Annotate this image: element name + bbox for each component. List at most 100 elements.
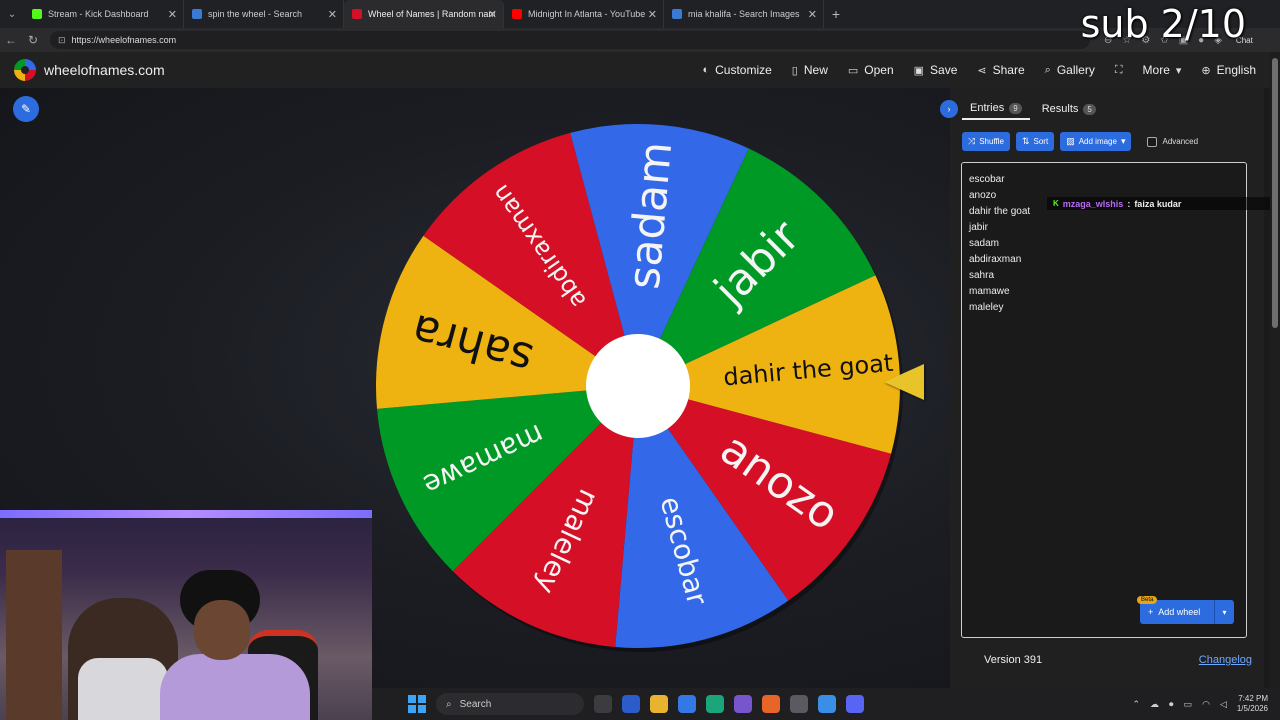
advanced-toggle[interactable]: Advanced (1147, 136, 1198, 147)
webcam-overlay (0, 510, 372, 720)
copilot-icon[interactable] (734, 695, 752, 713)
microphone-icon[interactable]: ⏺ (1169, 699, 1174, 710)
main-menu: ◐ Customize ▯ New ▭ Open ▣ Save ⋖ Share ⌕ Gall… (702, 52, 1256, 88)
chevron-down-icon: ▾ (1120, 136, 1126, 146)
close-icon[interactable]: ✕ (328, 8, 337, 21)
chevron-up-icon[interactable]: ⌃ (1133, 699, 1141, 710)
wheel[interactable]: dahir the goatanozoescobarmaleleymamawes… (370, 120, 906, 652)
tab-favicon-icon (352, 9, 362, 19)
person (160, 570, 310, 720)
share-icon: ⋖ (977, 64, 987, 77)
panel-tabs: › Entries 9 Results 5 (940, 98, 1264, 120)
close-icon[interactable]: ✕ (168, 8, 177, 21)
wheel-logo-icon[interactable] (14, 59, 36, 81)
sort-icon: ⇅ (1021, 136, 1030, 146)
search-icon: ⌕ (1044, 63, 1051, 76)
taskbar-search[interactable]: ⌕ Search (436, 693, 584, 715)
kick-icon: K (1053, 199, 1059, 208)
save-button[interactable]: ▣ Save (914, 63, 958, 77)
collapse-panel-icon[interactable]: › (940, 100, 958, 118)
entry-line: escobar (969, 174, 1005, 185)
advanced-checkbox[interactable] (1147, 136, 1158, 147)
tab-menu-icon[interactable]: ⌄ (0, 0, 24, 28)
shuffle-icon: ⤨ (968, 136, 976, 146)
entry-line: maleley (969, 302, 1004, 313)
new-tab-icon[interactable]: + (824, 6, 848, 22)
word-icon[interactable] (622, 695, 640, 713)
entry-line: jabir (969, 222, 988, 233)
refresh-icon[interactable]: ↻ (22, 33, 44, 47)
entry-line: sahra (969, 270, 995, 281)
site-header: wheelofnames.com ◐ Customize ▯ New ▭ Open ▣… (0, 52, 1280, 88)
edge-icon[interactable] (706, 695, 724, 713)
app-icon[interactable] (818, 695, 836, 713)
clock[interactable]: 7:42 PM 1/5/2026 (1237, 694, 1268, 714)
entries-count-badge: 9 (1009, 102, 1022, 114)
tab-favicon-icon (192, 9, 202, 19)
share-button[interactable]: ⋖ Share (977, 63, 1024, 77)
volume-icon[interactable]: ◁ (1220, 699, 1227, 710)
windows-start-icon[interactable] (408, 695, 426, 713)
fullscreen-button[interactable]: ⛶ (1115, 64, 1123, 77)
entries-panel: › Entries 9 Results 5 ⤨ Shuffle ⇅ Sort ▨ Ad… (940, 88, 1279, 688)
close-icon[interactable]: ✕ (648, 8, 657, 21)
add-image-button[interactable]: ▨ Add image ▾ (1060, 132, 1132, 151)
url-field[interactable]: ⊡ https://wheelofnames.com (50, 31, 1090, 49)
more-button[interactable]: More ▾ (1143, 63, 1182, 77)
store-icon[interactable] (678, 695, 696, 713)
file-explorer-icon[interactable] (650, 695, 668, 713)
open-button[interactable]: ▭ Open (848, 63, 894, 77)
globe-icon: ⊕ (1201, 64, 1211, 77)
browser-tab[interactable]: Midnight In Atlanta - YouTube ✕ (504, 0, 664, 28)
display-icon[interactable]: ▭ (1184, 699, 1193, 710)
chevron-down-icon: ▾ (1175, 64, 1182, 77)
shuffle-button[interactable]: ⤨ Shuffle (962, 132, 1010, 151)
chevron-down-icon[interactable]: ▾ (1214, 600, 1234, 624)
scrollbar-thumb[interactable] (1272, 58, 1278, 328)
fullscreen-icon: ⛶ (1114, 63, 1123, 76)
image-icon: ▨ (1066, 136, 1075, 146)
back-icon[interactable]: ← (0, 33, 22, 47)
new-button[interactable]: ▯ New (792, 63, 828, 77)
pencil-icon: ✎ (20, 102, 32, 116)
language-button[interactable]: ⊕ English (1201, 63, 1256, 77)
entry-line: abdiraxman (969, 254, 1022, 265)
edit-pencil-button[interactable]: ✎ (13, 96, 39, 122)
task-view-icon[interactable] (594, 695, 612, 713)
entry-line: sadam (969, 238, 1000, 249)
gallery-button[interactable]: ⌕ Gallery (1045, 63, 1095, 77)
browser-tab-active[interactable]: Wheel of Names | Random name p ✕ (344, 0, 504, 28)
settings-icon[interactable] (790, 695, 808, 713)
changelog-link[interactable]: Changelog (1199, 654, 1252, 666)
discord-icon[interactable] (846, 695, 864, 713)
wheel-center-button[interactable] (586, 334, 690, 438)
entries-toolbar: ⤨ Shuffle ⇅ Sort ▨ Add image ▾ Advanced (962, 132, 1198, 151)
plus-icon: + (1148, 607, 1154, 617)
stream-chat-message: K mzaga_wlshis : faiza kudar (1047, 197, 1279, 210)
close-icon[interactable]: ✕ (488, 8, 497, 21)
browser-tab[interactable]: spin the wheel - Search ✕ (184, 0, 344, 28)
wheel-pointer-icon (884, 364, 924, 400)
chat-text: faiza kudar (1134, 198, 1182, 209)
browser-tab[interactable]: mia khalifa - Search Images ✕ (664, 0, 824, 28)
chat-username: mzaga_wlshis (1062, 198, 1124, 209)
browser-tab[interactable]: Stream - Kick Dashboard ✕ (24, 0, 184, 28)
entries-textarea[interactable]: escobar anozo dahir the goat jabir sadam abdi… (961, 162, 1247, 638)
wifi-icon[interactable]: ◠ (1202, 699, 1210, 710)
taskbar: ⌕ Search ⌃ ☁ ⏺ ▭ ◠ ◁ 7:42 PM 1/5/2026 (372, 688, 1280, 720)
page-scrollbar[interactable] (1270, 52, 1280, 688)
site-name[interactable]: wheelofnames.com (44, 62, 165, 78)
firefox-icon[interactable] (762, 695, 780, 713)
tab-results[interactable]: Results 5 (1034, 98, 1104, 120)
site-info-icon[interactable]: ⊡ (58, 35, 66, 46)
search-icon: ⌕ (446, 698, 452, 710)
tab-entries[interactable]: Entries 9 (962, 98, 1030, 120)
cloud-icon[interactable]: ☁ (1150, 699, 1159, 710)
close-icon[interactable]: ✕ (808, 8, 817, 21)
tab-favicon-icon (32, 9, 42, 19)
screen: ⌄ Stream - Kick Dashboard ✕ spin the whe… (0, 0, 1280, 720)
sort-button[interactable]: ⇅ Sort (1015, 132, 1055, 151)
customize-button[interactable]: ◐ Customize (702, 63, 771, 77)
entry-line: mamawe (969, 286, 1010, 297)
results-count-badge: 5 (1083, 103, 1096, 115)
